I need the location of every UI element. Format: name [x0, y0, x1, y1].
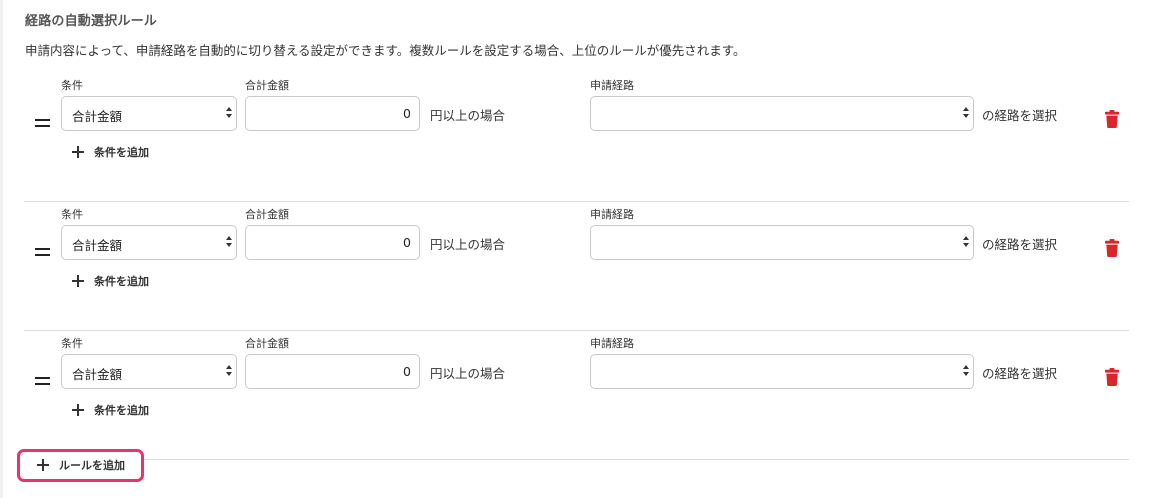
add-condition-button[interactable]: 条件を追加 [72, 402, 149, 418]
trash-icon[interactable] [1105, 368, 1119, 386]
section-description: 申請内容によって、申請経路を自動的に切り替える設定ができます。複数ルールを設定す… [25, 43, 746, 58]
plus-icon [72, 146, 84, 158]
drag-handle-icon[interactable] [35, 248, 50, 256]
amount-input-value: 0 [403, 364, 411, 379]
trash-icon[interactable] [1105, 110, 1119, 128]
amount-label: 合計金額 [245, 79, 289, 92]
drag-handle-icon[interactable] [35, 377, 50, 385]
amount-suffix: 円以上の場合 [430, 108, 506, 123]
route-select[interactable] [590, 96, 974, 131]
condition-select[interactable]: 合計金額 [61, 96, 237, 131]
plus-icon [72, 404, 84, 416]
drag-handle-icon[interactable] [35, 119, 50, 127]
add-condition-label: 条件を追加 [94, 404, 149, 417]
left-border [0, 0, 3, 498]
condition-select-value: 合計金額 [72, 367, 123, 382]
amount-suffix: 円以上の場合 [430, 366, 506, 381]
route-label: 申請経路 [590, 337, 634, 350]
select-arrows-icon [226, 107, 232, 121]
condition-select[interactable]: 合計金額 [61, 225, 237, 260]
add-condition-button[interactable]: 条件を追加 [72, 144, 149, 160]
route-label: 申請経路 [590, 79, 634, 92]
condition-label: 条件 [61, 79, 83, 92]
condition-label: 条件 [61, 337, 83, 350]
condition-select-value: 合計金額 [72, 238, 123, 253]
trash-icon[interactable] [1105, 239, 1119, 257]
route-suffix: の経路を選択 [982, 108, 1058, 123]
plus-icon [37, 459, 49, 471]
condition-select[interactable]: 合計金額 [61, 354, 237, 389]
route-suffix: の経路を選択 [982, 237, 1058, 252]
route-select[interactable] [590, 354, 974, 389]
add-rule-label: ルールを追加 [59, 459, 125, 472]
condition-label: 条件 [61, 208, 83, 221]
select-arrows-icon [226, 365, 232, 379]
amount-suffix: 円以上の場合 [430, 237, 506, 252]
add-rule-button[interactable]: ルールを追加 [17, 449, 144, 482]
route-suffix: の経路を選択 [982, 366, 1058, 381]
rule-row: 条件 合計金額 申請経路 合計金額 0 円以上の場合 の経路を選択 条件を追加 [24, 72, 1129, 202]
amount-input-value: 0 [403, 106, 411, 121]
amount-label: 合計金額 [245, 337, 289, 350]
rule-row: 条件 合計金額 申請経路 合計金額 0 円以上の場合 の経路を選択 条件を追加 [24, 201, 1129, 331]
route-label: 申請経路 [590, 208, 634, 221]
section-title: 経路の自動選択ルール [25, 14, 158, 29]
select-arrows-icon [963, 236, 969, 250]
amount-input-value: 0 [403, 235, 411, 250]
amount-input[interactable]: 0 [245, 96, 420, 131]
add-condition-button[interactable]: 条件を追加 [72, 273, 149, 289]
plus-icon [72, 275, 84, 287]
amount-input[interactable]: 0 [245, 354, 420, 389]
select-arrows-icon [963, 365, 969, 379]
select-arrows-icon [963, 107, 969, 121]
amount-input[interactable]: 0 [245, 225, 420, 260]
rule-row: 条件 合計金額 申請経路 合計金額 0 円以上の場合 の経路を選択 条件を追加 [24, 330, 1129, 460]
add-condition-label: 条件を追加 [94, 146, 149, 159]
add-condition-label: 条件を追加 [94, 275, 149, 288]
condition-select-value: 合計金額 [72, 109, 123, 124]
amount-label: 合計金額 [245, 208, 289, 221]
select-arrows-icon [226, 236, 232, 250]
route-select[interactable] [590, 225, 974, 260]
